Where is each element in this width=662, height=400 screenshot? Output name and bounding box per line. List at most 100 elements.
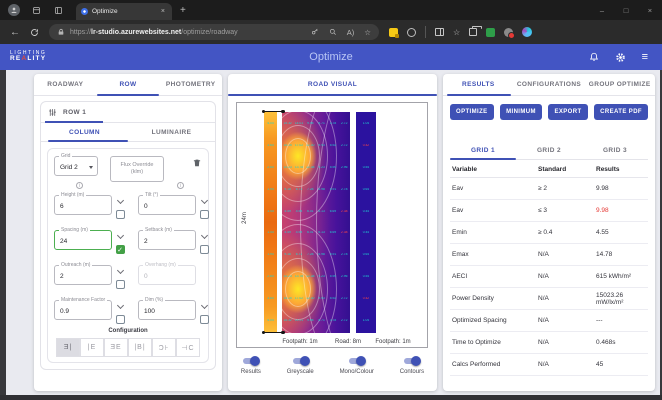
tab-luminaire[interactable]: LUMINAIRE bbox=[128, 129, 215, 136]
illuminance-value: 2.78 bbox=[339, 253, 350, 256]
address-bar[interactable]: https://lr-studio.azurewebsites.net/opti… bbox=[49, 24, 379, 40]
chevron-down-icon[interactable] bbox=[116, 300, 124, 311]
tab-actions-icon[interactable] bbox=[50, 2, 66, 18]
dim-lock-checkbox[interactable] bbox=[200, 315, 209, 324]
minimize-button[interactable]: – bbox=[590, 0, 614, 20]
maximize-button[interactable]: □ bbox=[614, 0, 638, 20]
config-option-staggered-right[interactable]: ⊣C bbox=[176, 338, 200, 357]
toggle-switch[interactable] bbox=[349, 358, 364, 364]
grid-select[interactable]: Grid Grid 2 bbox=[54, 156, 98, 176]
browser-tab[interactable]: Optimize × bbox=[76, 3, 172, 20]
illuminance-value: 2.84 bbox=[264, 166, 277, 169]
tab-grid-2[interactable]: GRID 2 bbox=[516, 147, 582, 154]
tab-grid-1[interactable]: GRID 1 bbox=[450, 147, 516, 154]
footpath-right-label: Footpath: 1m bbox=[375, 339, 410, 345]
setback-field[interactable]: Setback (m) 2 bbox=[138, 230, 196, 250]
illuminance-row: 2.8414.2313.7812.389.235.902.960.54 bbox=[264, 275, 376, 278]
configuration-label: Configuration bbox=[54, 328, 202, 334]
info-icon-right[interactable]: i bbox=[177, 182, 184, 189]
chevron-down-icon[interactable] bbox=[200, 300, 208, 311]
chevron-down-icon[interactable] bbox=[116, 195, 124, 206]
config-option-opposite[interactable]: ƎE bbox=[104, 338, 128, 357]
dim-field[interactable]: Dim (%) 100 bbox=[138, 300, 196, 320]
illuminance-value: 3.64 bbox=[264, 144, 277, 147]
browser-essentials-icon[interactable] bbox=[407, 28, 416, 37]
favorites-icon[interactable]: ☆ bbox=[364, 28, 371, 37]
favorites-bar-icon[interactable]: ☆ bbox=[453, 28, 460, 37]
minimum-button[interactable]: MINIMUM bbox=[500, 104, 542, 120]
height-lock-checkbox[interactable] bbox=[116, 210, 125, 219]
column-luminaire-tabs: COLUMN LUMINAIRE bbox=[41, 123, 215, 142]
tilt-field[interactable]: Tilt (°) 0 bbox=[138, 195, 196, 215]
workspaces-icon[interactable] bbox=[28, 2, 44, 18]
read-aloud-icon[interactable]: A) bbox=[347, 28, 355, 37]
maintenance-factor-lock-checkbox[interactable] bbox=[116, 315, 125, 324]
tab-title: Optimize bbox=[92, 8, 159, 15]
back-icon[interactable]: ← bbox=[10, 27, 20, 38]
table-row: EmaxN/A14.78 bbox=[450, 244, 648, 266]
outreach-lock-checkbox[interactable] bbox=[116, 280, 125, 289]
web-capture-icon[interactable] bbox=[389, 28, 398, 37]
spacing-field[interactable]: Spacing (m) 24 bbox=[54, 230, 112, 250]
zoom-icon[interactable] bbox=[329, 28, 337, 36]
extension-green-icon[interactable] bbox=[486, 28, 495, 37]
maintenance-factor-field[interactable]: Maintenance Factor 0.9 bbox=[54, 300, 112, 320]
extension-badge-icon[interactable] bbox=[504, 28, 513, 37]
config-option-single-side-left[interactable]: Ǝ| bbox=[56, 338, 80, 357]
illuminance-row: 1.949.186.717.286.985.912.780.64 bbox=[264, 188, 376, 191]
table-cell: 9.98 bbox=[596, 207, 652, 214]
chevron-down-icon[interactable] bbox=[200, 195, 208, 206]
copilot-icon[interactable] bbox=[522, 27, 532, 37]
tab-results[interactable]: RESULTS bbox=[443, 81, 514, 88]
create-pdf-button[interactable]: CREATE PDF bbox=[594, 104, 648, 120]
new-tab-button[interactable]: + bbox=[180, 5, 186, 16]
delete-row-trash-icon[interactable] bbox=[192, 157, 202, 182]
spacing-lock-checkbox[interactable]: ✓ bbox=[116, 245, 125, 254]
height-field[interactable]: Height (m) 6 bbox=[54, 195, 112, 215]
collections-icon[interactable] bbox=[469, 28, 477, 36]
config-option-single-side-right[interactable]: |E bbox=[80, 338, 104, 357]
profile-avatar[interactable] bbox=[6, 2, 22, 18]
optimize-button[interactable]: OPTIMIZE bbox=[450, 104, 494, 120]
tab-column[interactable]: COLUMN bbox=[41, 129, 128, 136]
toggle-switch[interactable] bbox=[293, 358, 308, 364]
outreach-field[interactable]: Outreach (m) 2 bbox=[54, 265, 112, 285]
export-button[interactable]: EXPORT bbox=[548, 104, 587, 120]
illuminance-value: 3.78 bbox=[327, 319, 338, 322]
illuminance-value: 6.01 bbox=[305, 231, 316, 234]
close-button[interactable]: × bbox=[638, 0, 662, 20]
illuminance-value: 2.72 bbox=[339, 319, 350, 322]
table-cell: N/A bbox=[538, 295, 596, 302]
illuminance-value: 6.01 bbox=[305, 210, 316, 213]
config-option-twin-central[interactable]: |B| bbox=[128, 338, 152, 357]
setback-lock-checkbox[interactable] bbox=[200, 245, 209, 254]
tab-roadway[interactable]: ROADWAY bbox=[34, 81, 97, 88]
tab-grid-3[interactable]: GRID 3 bbox=[582, 147, 648, 154]
refresh-icon[interactable] bbox=[30, 28, 39, 37]
illuminance-value: 2.72 bbox=[339, 297, 350, 300]
chevron-down-icon[interactable] bbox=[116, 265, 124, 276]
password-key-icon[interactable] bbox=[311, 28, 319, 36]
split-screen-icon[interactable] bbox=[435, 28, 444, 36]
tilt-lock-checkbox[interactable] bbox=[200, 210, 209, 219]
config-option-staggered-left[interactable]: Ɔ⊦ bbox=[152, 338, 176, 357]
toggle-switch[interactable] bbox=[404, 358, 419, 364]
tab-row[interactable]: ROW bbox=[97, 81, 160, 88]
tab-configurations[interactable]: CONFIGURATIONS bbox=[514, 81, 585, 88]
tab-road-visual[interactable]: ROAD VISUAL bbox=[228, 81, 437, 88]
chevron-down-icon[interactable] bbox=[116, 230, 124, 241]
flux-override-input[interactable]: Flux Override(klm) bbox=[110, 156, 164, 182]
illuminance-value: 5.91 bbox=[327, 188, 338, 191]
tab-group-optimize[interactable]: GROUP OPTIMIZE bbox=[584, 81, 655, 88]
table-row: Calcs PerformedN/A45 bbox=[450, 354, 648, 376]
tab-photometry[interactable]: PHOTOMETRY bbox=[159, 81, 222, 88]
illuminance-value: 2.72 bbox=[339, 122, 350, 125]
row-1-tab[interactable]: ROW 1 bbox=[41, 102, 215, 123]
illuminance-value: 5.92 bbox=[327, 297, 338, 300]
overhang-field: Overhang (m) 0 bbox=[138, 265, 196, 285]
info-icon[interactable]: i bbox=[76, 182, 83, 189]
table-row: Eav≤ 39.98 bbox=[450, 200, 648, 222]
chevron-down-icon[interactable] bbox=[200, 230, 208, 241]
tab-close-icon[interactable]: × bbox=[159, 8, 167, 15]
toggle-switch[interactable] bbox=[243, 358, 258, 364]
